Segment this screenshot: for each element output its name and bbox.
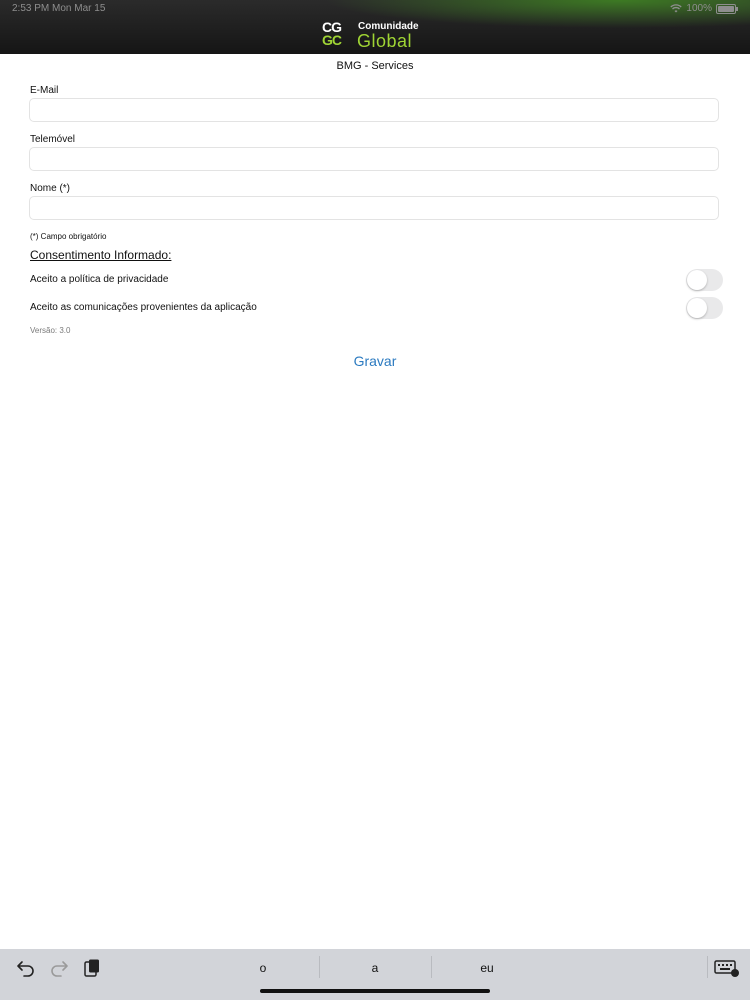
suggestion-3[interactable]: eu <box>432 961 542 975</box>
status-time: 2:53 PM Mon Mar 15 <box>12 3 106 14</box>
page-title: BMG - Services <box>336 60 414 72</box>
wifi-icon <box>670 4 683 13</box>
home-indicator <box>260 989 490 993</box>
consent-heading: Consentimento Informado: <box>30 248 172 262</box>
logo-mark: CG GC <box>322 20 342 48</box>
name-field[interactable] <box>29 196 719 220</box>
keyboard-divider <box>707 956 708 978</box>
paste-icon[interactable] <box>82 958 102 978</box>
email-label: E-Mail <box>30 85 59 96</box>
toggle-knob <box>687 270 707 290</box>
battery-icon <box>716 3 738 14</box>
required-field-note: (*) Campo obrigatório <box>30 232 107 241</box>
keyboard-dismiss-icon[interactable] <box>714 958 740 978</box>
name-label: Nome (*) <box>30 183 71 194</box>
communications-toggle[interactable] <box>686 297 723 319</box>
email-field[interactable] <box>29 98 719 122</box>
phone-label: Telemóvel <box>30 134 76 145</box>
logo-name-bottom: Global <box>357 31 413 51</box>
toggle-knob <box>687 298 707 318</box>
privacy-policy-label: Aceito a política de privacidade <box>30 274 169 285</box>
privacy-policy-toggle[interactable] <box>686 269 723 291</box>
brand-logo: CG GC Comunidade Global <box>322 20 432 51</box>
suggestion-1[interactable]: o <box>208 961 318 975</box>
redo-icon[interactable] <box>49 958 69 978</box>
logo-mark-line2: GC <box>322 32 342 48</box>
phone-field[interactable] <box>29 147 719 171</box>
status-indicators: 100% <box>670 3 738 14</box>
suggestion-2[interactable]: a <box>320 961 430 975</box>
save-button[interactable]: Gravar <box>325 353 425 369</box>
battery-percent: 100% <box>686 3 712 14</box>
app-header: 2:53 PM Mon Mar 15 100% CG GC Comunidade… <box>0 0 750 54</box>
undo-icon[interactable] <box>16 958 36 978</box>
communications-label: Aceito as comunicações provenientes da a… <box>30 302 257 313</box>
app-version: Versão: 3.0 <box>30 326 71 335</box>
